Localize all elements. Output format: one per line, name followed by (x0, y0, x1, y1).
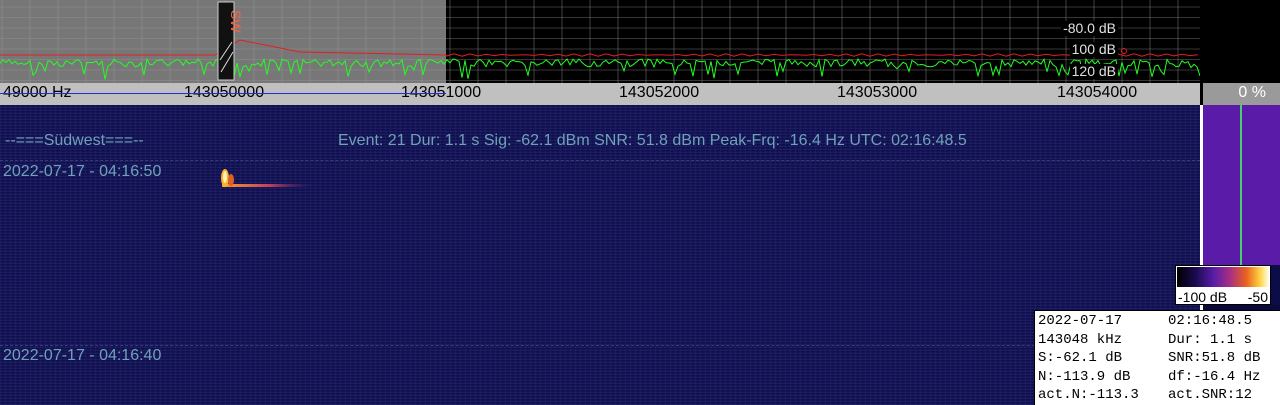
info-row: S:-62.1 dB SNR:51.8 dB (1038, 349, 1280, 368)
info-duration: Dur: 1.1 s (1168, 331, 1253, 348)
meteor-echo (221, 169, 317, 187)
info-df: df:-16.4 Hz (1168, 368, 1261, 385)
logo-text: SW (228, 10, 244, 33)
spectrum-graph: SW (0, 0, 1200, 83)
info-row: 2022-07-17 02:16:48.5 (1038, 312, 1280, 331)
color-scale[interactable]: -100 dB -50 (1175, 265, 1271, 305)
info-row: N:-113.9 dB df:-16.4 Hz (1038, 368, 1280, 387)
right-top-panel (1200, 0, 1280, 83)
spectrum-lab-window: SW -80.0 dB 100 dB 120 dB 49000 Hz 14305… (0, 0, 1280, 405)
color-scale-min: -100 dB (1178, 289, 1228, 305)
color-scale-gradient (1177, 267, 1269, 287)
freq-tick-5: 143054000 (1057, 84, 1138, 101)
waterfall-display[interactable]: --===Südwest===-- Event: 21 Dur: 1.1 s S… (0, 105, 1200, 405)
freq-tick-4: 143053000 (837, 84, 918, 101)
db-label-3: 120 dB (1069, 63, 1118, 79)
freq-tick-3: 143052000 (619, 84, 700, 101)
info-signal: S:-62.1 dB (1038, 350, 1123, 366)
info-act-noise: act.N:-113.3 (1038, 387, 1139, 403)
info-act-snr: act.SNR:12 (1168, 387, 1253, 403)
info-date: 2022-07-17 (1038, 313, 1123, 329)
info-noise: N:-113.9 dB (1038, 368, 1131, 385)
info-frequency: 143048 kHz (1038, 331, 1123, 348)
event-info-box: 2022-07-17 02:16:48.5 143048 kHz Dur: 1.1 … (1034, 310, 1280, 405)
info-snr: SNR:51.8 dB (1168, 350, 1261, 366)
spectrum-plot[interactable]: SW -80.0 dB 100 dB 120 dB (0, 0, 1200, 83)
spectrum-trace (0, 57, 1200, 80)
level-marker (1240, 105, 1242, 265)
selection-range-marker (0, 93, 446, 94)
threshold-trace (0, 39, 1199, 57)
percent-value: 0 % (1238, 84, 1266, 101)
frequency-axis[interactable]: 49000 Hz 143050000 143051000 143052000 1… (0, 83, 1200, 105)
db-label-2: 100 dB (1069, 41, 1118, 57)
info-row: 143048 kHz Dur: 1.1 s (1038, 331, 1280, 350)
info-row: act.N:-113.3 act.SNR:12 (1038, 386, 1280, 405)
info-time: 02:16:48.5 (1168, 313, 1253, 329)
db-label-1: -80.0 dB (1061, 20, 1118, 36)
percent-indicator: 0 % (1200, 83, 1280, 105)
color-scale-max: -50 (1247, 289, 1268, 305)
